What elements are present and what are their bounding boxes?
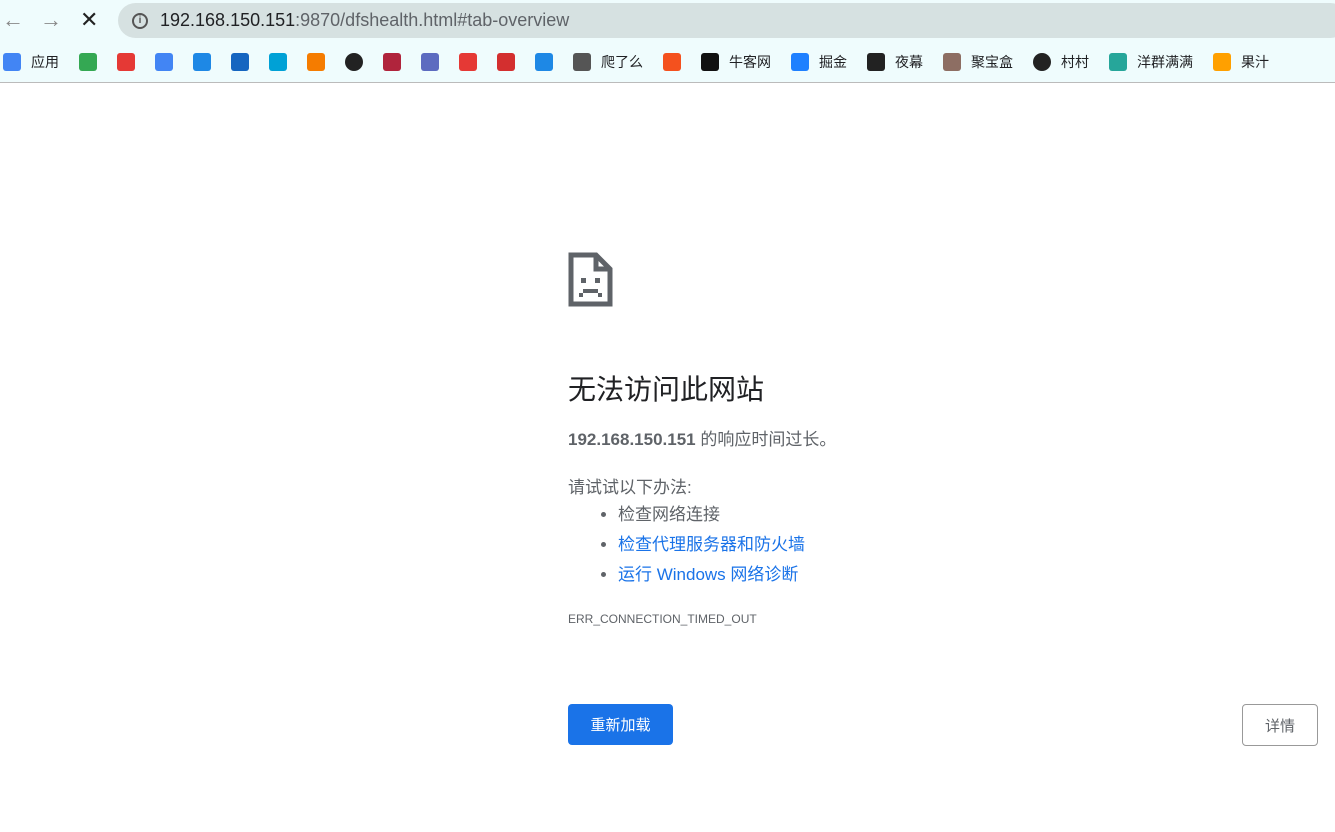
bookmark-google-translate[interactable]	[155, 53, 173, 71]
shield-icon	[1033, 53, 1051, 71]
google-maps-icon	[79, 53, 97, 71]
juejin-icon	[791, 53, 809, 71]
bookmark-nt[interactable]: 夜幕	[867, 52, 923, 72]
address-bar[interactable]: i 192.168.150.151:9870/dfshealth.html#ta…	[118, 3, 1335, 38]
error-host: 192.168.150.151	[568, 430, 696, 449]
boat-icon	[459, 53, 477, 71]
bookmark-label: 聚宝盒	[971, 54, 1013, 70]
bookmark-q[interactable]	[383, 53, 401, 71]
bookmark-zhi[interactable]	[307, 53, 325, 71]
nt-icon	[867, 53, 885, 71]
bookmark-label: 洋群满满	[1137, 54, 1193, 70]
google-translate-icon	[155, 53, 173, 71]
bookmark-layers[interactable]: 爬了么	[573, 52, 643, 72]
y-icon	[117, 53, 135, 71]
bookmark-seal[interactable]	[497, 53, 515, 71]
bookmark-y[interactable]	[117, 53, 135, 71]
circle-icon	[421, 53, 439, 71]
bilibili-icon	[269, 53, 287, 71]
bookmark-nowcoder[interactable]: 牛客网	[701, 52, 771, 72]
error-content: 无法访问此网站 192.168.150.151 的响应时间过长。 请试试以下办法…	[568, 252, 1268, 626]
bookmark-github[interactable]	[345, 53, 363, 71]
bookmark-infinity[interactable]	[535, 53, 553, 71]
apps-grid-icon	[3, 53, 21, 71]
error-message: 192.168.150.151 的响应时间过长。	[568, 428, 1268, 452]
bing-icon	[193, 53, 211, 71]
github-icon	[345, 53, 363, 71]
error-text: 的响应时间过长。	[695, 430, 837, 449]
info-icon[interactable]: i	[132, 12, 148, 29]
error-title: 无法访问此网站	[568, 374, 765, 405]
orange-icon	[1213, 53, 1231, 71]
bookmark-label: 爬了么	[601, 54, 643, 70]
bookmarks-bar: 应用 爬了么 牛客网 掘金 夜幕 聚宝盒 村村 洋群满满 果汁	[0, 42, 1335, 83]
bookmark-bing[interactable]	[193, 53, 211, 71]
nowcoder-icon	[701, 53, 719, 71]
seal-icon	[497, 53, 515, 71]
suggestion-diagnostics[interactable]: 运行 Windows 网络诊断	[618, 560, 1268, 590]
bookmark-bilibili[interactable]	[269, 53, 287, 71]
sad-page-icon	[568, 252, 613, 307]
bookmark-penguin[interactable]: 洋群满满	[1109, 52, 1193, 72]
stop-button[interactable]: ✕	[80, 8, 98, 32]
bookmark-google-maps[interactable]	[79, 53, 97, 71]
url-host: 192.168.150.151	[160, 10, 296, 30]
try-label: 请试试以下办法:	[568, 478, 692, 497]
q-icon	[383, 53, 401, 71]
penguin-icon	[1109, 53, 1127, 71]
bookmark-label: 村村	[1061, 54, 1089, 70]
zhi-icon	[307, 53, 325, 71]
suggestion-check-network: 检查网络连接	[618, 500, 1268, 530]
emblem-icon	[231, 53, 249, 71]
bookmark-label: 掘金	[819, 54, 847, 70]
browser-toolbar: ← → ✕ i 192.168.150.151:9870/dfshealth.h…	[0, 0, 1335, 42]
forward-button[interactable]: →	[40, 8, 62, 32]
avatar-icon	[943, 53, 961, 71]
bookmark-label: 夜幕	[895, 54, 923, 70]
layers-icon	[573, 53, 591, 71]
bookmark-apps-grid[interactable]: 应用	[3, 52, 59, 72]
bookmark-boat[interactable]	[459, 53, 477, 71]
bookmark-label: 应用	[31, 54, 59, 70]
url-path: :9870/dfshealth.html#tab-overview	[295, 10, 570, 30]
run-diagnostics-link[interactable]: 运行 Windows 网络诊断	[618, 565, 798, 584]
c-icon	[663, 53, 681, 71]
bookmark-label: 牛客网	[729, 54, 771, 70]
check-proxy-link[interactable]: 检查代理服务器和防火墙	[618, 535, 805, 554]
suggestion-check-proxy[interactable]: 检查代理服务器和防火墙	[618, 530, 1268, 560]
bookmark-c[interactable]	[663, 53, 681, 71]
back-button[interactable]: ←	[2, 8, 24, 32]
bookmark-orange[interactable]: 果汁	[1213, 52, 1269, 72]
infinity-icon	[535, 53, 553, 71]
bookmark-circle[interactable]	[421, 53, 439, 71]
bookmark-label: 果汁	[1241, 54, 1269, 70]
error-code: ERR_CONNECTION_TIMED_OUT	[568, 612, 757, 626]
suggestions-list: 检查网络连接 检查代理服务器和防火墙 运行 Windows 网络诊断	[618, 500, 1268, 590]
details-button[interactable]: 详情	[1242, 704, 1318, 746]
bookmark-emblem[interactable]	[231, 53, 249, 71]
reload-button[interactable]: 重新加载	[568, 704, 673, 745]
bookmark-shield[interactable]: 村村	[1033, 52, 1089, 72]
bookmark-avatar[interactable]: 聚宝盒	[943, 52, 1013, 72]
bookmark-juejin[interactable]: 掘金	[791, 52, 847, 72]
